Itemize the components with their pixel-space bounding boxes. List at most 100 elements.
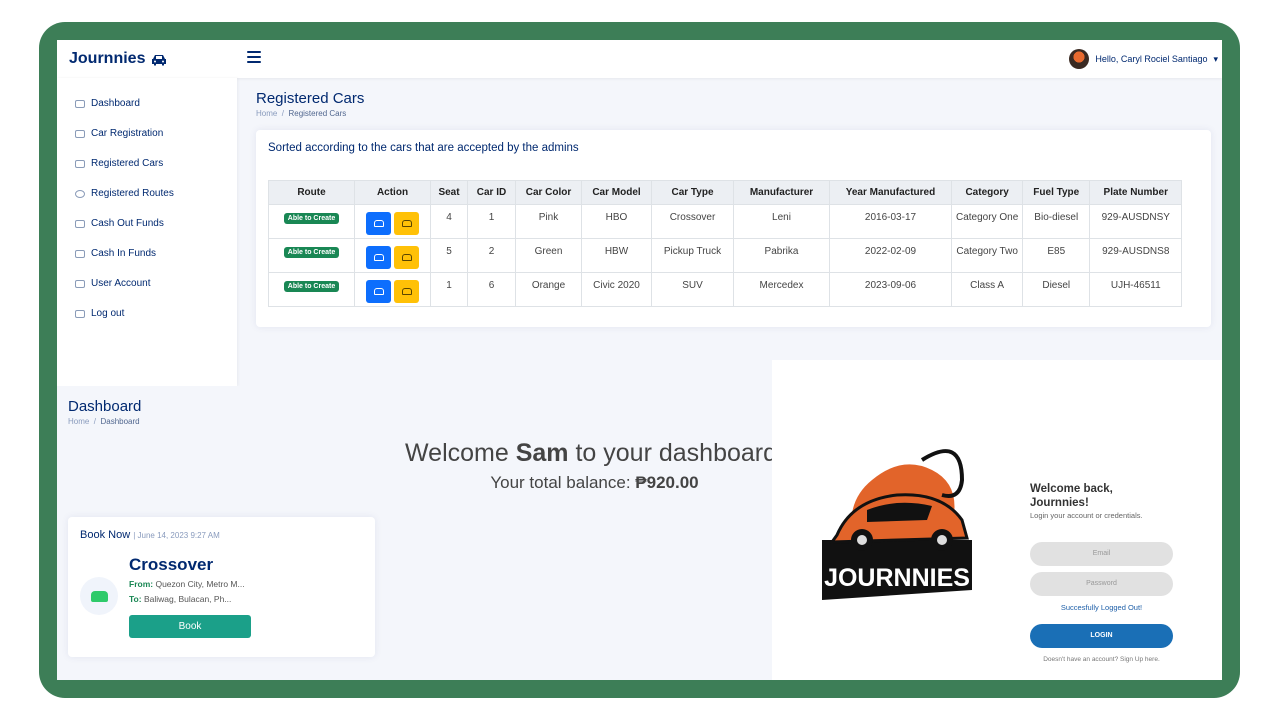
sidebar-item-car-registration[interactable]: Car Registration [75, 128, 163, 139]
column-header: Manufacturer [733, 180, 830, 205]
sidebar-item-dashboard[interactable]: Dashboard [75, 98, 140, 109]
dashboard-button[interactable] [366, 212, 392, 235]
cell-fuel: Bio-diesel [1022, 204, 1091, 239]
cell-color: Orange [515, 272, 582, 307]
to-value: Baliwag, Bulacan, Ph... [143, 594, 232, 604]
cell-manufacturer: Pabrika [733, 238, 830, 273]
car-button[interactable] [393, 212, 419, 235]
sidebar-item-label: Registered Routes [91, 188, 174, 199]
caret-down-icon: ▾ [1213, 53, 1218, 64]
cell-car-id: 2 [467, 238, 516, 273]
brand-logo[interactable]: Journnies [69, 50, 168, 68]
route-status-badge: Able to Create [283, 213, 340, 224]
page-title: Registered Cars [256, 90, 365, 107]
table-row: Able to Create 1 6 Orange Civic 2020 SUV… [268, 272, 1183, 307]
table-row: Able to Create 5 2 Green HBW Pickup Truc… [268, 238, 1183, 273]
cell-type: Pickup Truck [651, 238, 734, 273]
dashboard-title: Dashboard [68, 398, 142, 415]
cell-fuel: Diesel [1022, 272, 1091, 307]
dashboard-icon [75, 99, 85, 108]
trip-to: To: Baliwag, Bulacan, Ph... [129, 594, 231, 604]
cell-category: Class A [950, 272, 1024, 307]
cell-car-id: 1 [467, 204, 516, 239]
breadcrumb: Home / Registered Cars [256, 109, 347, 118]
dashboard-button[interactable] [366, 246, 392, 269]
book-now-card: Book Now | June 14, 2023 9:27 AM Crossov… [68, 517, 375, 657]
cell-year: 2023-09-06 [829, 272, 952, 307]
logout-status: Succesfully Logged Out! [1060, 603, 1143, 612]
route-icon [75, 189, 85, 198]
cell-seat: 5 [430, 238, 468, 273]
car-button[interactable] [393, 246, 419, 269]
sidebar: Dashboard Car Registration Registered Ca… [57, 78, 237, 386]
welcome-name: Sam [515, 439, 569, 467]
logo-text: JOURNNIES [824, 564, 970, 592]
car-button[interactable] [393, 280, 419, 303]
journnies-logo: JOURNNIES [822, 449, 972, 600]
breadcrumb-current: Dashboard [100, 417, 140, 426]
breadcrumb-home[interactable]: Home [68, 417, 89, 426]
cell-model: HBW [581, 238, 652, 273]
column-header: Car Color [515, 180, 582, 205]
route-status-badge: Able to Create [283, 281, 340, 292]
column-header: Car ID [467, 180, 516, 205]
car-icon [75, 159, 85, 168]
sidebar-item-registered-cars[interactable]: Registered Cars [75, 158, 163, 169]
cell-plate: UJH-46511 [1089, 272, 1183, 307]
sidebar-item-label: Cash Out Funds [91, 218, 164, 229]
breadcrumb-current: Registered Cars [288, 109, 347, 118]
sidebar-item-user-account[interactable]: User Account [75, 278, 150, 289]
sidebar-item-cash-out[interactable]: Cash Out Funds [75, 218, 164, 229]
sidebar-item-logout[interactable]: Log out [75, 308, 124, 319]
balance-value: ₱920.00 [635, 473, 699, 492]
trip-car-type: Crossover [129, 555, 214, 574]
sidebar-item-registered-routes[interactable]: Registered Routes [75, 188, 174, 199]
login-heading-line-2: Journnies! [1030, 497, 1089, 509]
cell-type: SUV [651, 272, 734, 307]
column-header: Action [354, 180, 431, 205]
sidebar-item-label: User Account [91, 278, 151, 289]
cell-seat: 1 [430, 272, 468, 307]
cell-manufacturer: Leni [733, 204, 830, 239]
login-subtitle: Login your account or credentials. [1030, 511, 1143, 520]
password-field[interactable]: Password [1030, 572, 1173, 596]
sidebar-item-label: Dashboard [91, 98, 140, 109]
login-panel: JOURNNIES Welcome back, Journnies! Login… [772, 360, 1222, 680]
user-menu[interactable]: Hello, Caryl Rociel Santiago ▾ [1069, 49, 1218, 69]
cashin-icon [75, 249, 85, 258]
dashboard-breadcrumb: Home / Dashboard [68, 417, 140, 426]
column-header: Car Type [651, 180, 734, 205]
menu-toggle-icon[interactable] [247, 51, 261, 65]
dashboard-button[interactable] [366, 280, 392, 303]
car-icon [80, 577, 118, 615]
route-status-badge: Able to Create [283, 247, 340, 258]
sidebar-item-label: Car Registration [91, 128, 164, 139]
book-button[interactable]: Book [129, 615, 251, 638]
cell-color: Pink [515, 204, 582, 239]
cell-year: 2016-03-17 [829, 204, 952, 239]
breadcrumb-home[interactable]: Home [256, 109, 277, 118]
login-button[interactable]: LOGIN [1030, 624, 1173, 648]
email-field[interactable]: Email [1030, 542, 1173, 566]
sidebar-item-cash-in[interactable]: Cash In Funds [75, 248, 156, 259]
column-header: Plate Number [1089, 180, 1183, 205]
column-header: Seat [430, 180, 468, 205]
user-greeting: Hello, Caryl Rociel Santiago [1095, 54, 1208, 64]
cell-category: Category Two [950, 238, 1024, 273]
column-header: Year Manufactured [829, 180, 952, 205]
cell-model: HBO [581, 204, 652, 239]
table-row: Able to Create 4 1 Pink HBO Crossover Le… [268, 204, 1183, 239]
cars-table: Route Action Seat Car ID Car Color Car M… [268, 180, 1183, 307]
cell-plate: 929-AUSDNSY [1089, 204, 1183, 239]
from-value: Quezon City, Metro M... [155, 579, 245, 589]
book-now-title: Book Now | June 14, 2023 9:27 AM [80, 529, 220, 541]
sidebar-item-label: Registered Cars [91, 158, 164, 169]
car-icon [152, 54, 167, 65]
login-heading: Welcome back, Journnies! [1030, 482, 1113, 510]
people-icon [75, 129, 85, 138]
sidebar-item-label: Cash In Funds [91, 248, 157, 259]
column-header: Category [950, 180, 1024, 205]
table-header-row: Route Action Seat Car ID Car Color Car M… [268, 180, 1183, 205]
column-header: Car Model [581, 180, 652, 205]
signup-link[interactable]: Doesn't have an account? Sign Up here. [1030, 656, 1173, 663]
